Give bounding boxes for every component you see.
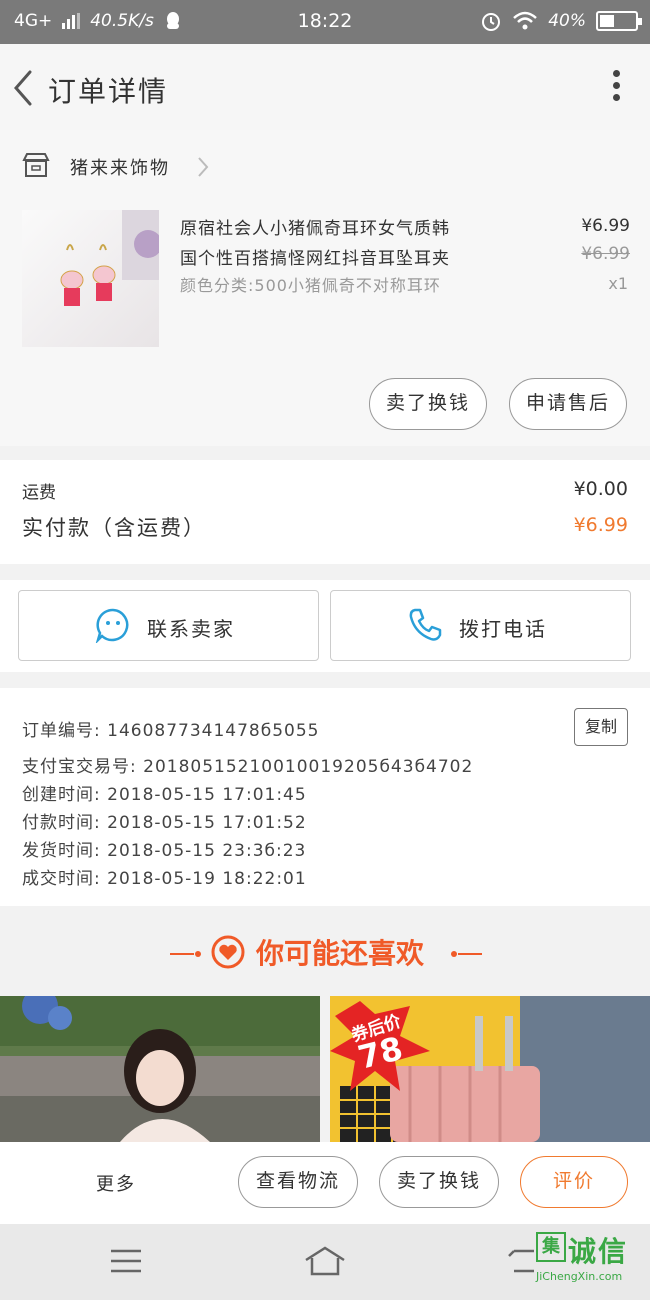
back-nav-icon[interactable] xyxy=(506,1248,536,1274)
product-title-line2: 国个性百搭搞怪网红抖音耳坠耳夹 xyxy=(180,249,450,269)
battery-percent: 40% xyxy=(548,11,586,31)
left-dash-icon xyxy=(170,951,201,957)
right-dash-icon xyxy=(451,951,482,957)
product-price: ¥6.99 xyxy=(581,216,630,236)
view-logistics-button[interactable]: 查看物流 xyxy=(238,1156,358,1208)
back-arrow-icon[interactable] xyxy=(8,68,38,108)
copy-button[interactable]: 复制 xyxy=(574,708,628,746)
clock: 18:22 xyxy=(297,10,353,32)
battery-icon xyxy=(596,11,642,31)
watermark-url: JiChengXin.com xyxy=(536,1270,623,1283)
product-spec: 颜色分类:500小猪佩奇不对称耳环 xyxy=(180,276,441,295)
watermark-text: 诚信 xyxy=(568,1235,629,1268)
product-title-line1: 原宿社会人小猪佩奇耳环女气质韩 xyxy=(180,219,450,239)
shipped-time: 发货时间: 2018-05-15 23:3б:23 xyxy=(22,841,307,861)
paid-time: 付款时间: 2018-05-15 17:01:52 xyxy=(22,813,307,833)
page-title: 订单详情 xyxy=(48,75,169,108)
more-link[interactable]: 更多 xyxy=(96,1170,136,1196)
sell-again-bottom-button[interactable]: 卖了换钱 xyxy=(379,1156,499,1208)
order-item[interactable]: 原宿社会人小猪佩奇耳环女气质韩 国个性百搭搞怪网红抖音耳坠耳夹 颜色分类:500… xyxy=(0,202,650,446)
store-icon xyxy=(22,153,50,177)
completed-time: 成交时间: 2018-05-19 18:22:01 xyxy=(22,869,307,889)
alipay-number: 支付宝交易号: 20180515210010019205б43б4702 xyxy=(22,757,474,777)
alarm-icon xyxy=(482,13,501,31)
chat-icon xyxy=(95,608,129,643)
review-button[interactable]: 评价 xyxy=(520,1156,628,1208)
original-price: ¥6.99 xyxy=(581,244,630,264)
paid-label: 实付款（含运费） xyxy=(22,516,206,540)
quantity: x1 xyxy=(608,274,628,293)
contact-section: 联系卖家 拨打电话 xyxy=(0,580,650,672)
shop-name: 猪来来饰物 xyxy=(70,158,170,179)
recommend-header: 你可能还喜欢 xyxy=(0,918,650,988)
call-button[interactable]: 拨打电话 xyxy=(330,590,631,661)
created-time: 创建时间: 2018-05-15 17:01:45 xyxy=(22,785,307,805)
home-icon[interactable] xyxy=(304,1246,346,1276)
watermark: 集 诚信 JiChengXin.com xyxy=(536,1230,650,1300)
paid-value: ¥6.99 xyxy=(573,514,628,536)
contact-seller-label: 联系卖家 xyxy=(147,617,235,641)
more-options-icon[interactable] xyxy=(610,70,622,106)
menu-icon[interactable] xyxy=(110,1248,142,1274)
shop-row[interactable]: 猪来来饰物 xyxy=(0,130,650,202)
call-label: 拨打电话 xyxy=(459,617,547,641)
contact-seller-button[interactable]: 联系卖家 xyxy=(18,590,319,661)
wifi-icon xyxy=(513,11,538,30)
heart-icon xyxy=(211,935,245,969)
status-bar: 4G+ 40.5K/s 18:22 40% xyxy=(0,0,650,44)
phone-icon xyxy=(409,608,442,641)
shipping-label: 运费 xyxy=(22,483,56,503)
order-number: 订单编号: 1460877341478б5055 xyxy=(22,721,320,741)
recommend-list: 券后价 78 xyxy=(0,996,650,1142)
watermark-logo: 集 xyxy=(536,1232,566,1262)
recommend-title: 你可能还喜欢 xyxy=(256,937,425,970)
bottom-action-bar: 更多 查看物流 卖了换钱 评价 xyxy=(0,1142,650,1224)
chevron-right-icon xyxy=(198,157,209,177)
product-image xyxy=(22,210,159,347)
sell-again-button[interactable]: 卖了换钱 xyxy=(369,378,487,430)
system-nav-bar: 集 诚信 JiChengXin.com xyxy=(0,1224,650,1300)
after-sale-button[interactable]: 申请售后 xyxy=(509,378,627,430)
order-info: 订单编号: 1460877341478б5055 复制 支付宝交易号: 2018… xyxy=(0,688,650,906)
app-header: 订单详情 xyxy=(0,44,650,130)
recommend-product-1[interactable] xyxy=(0,996,320,1142)
fee-section: 运费 ¥0.00 实付款（含运费） ¥6.99 xyxy=(0,460,650,564)
recommend-product-2[interactable]: 券后价 78 xyxy=(330,996,650,1142)
shipping-value: ¥0.00 xyxy=(573,478,628,500)
